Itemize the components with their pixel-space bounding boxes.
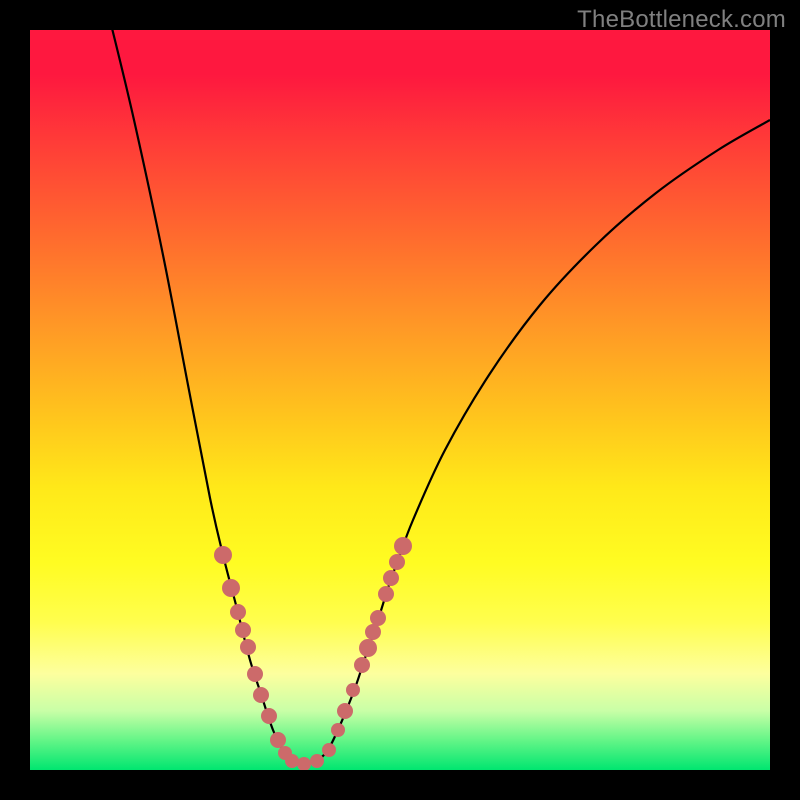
data-marker bbox=[230, 604, 246, 620]
data-marker bbox=[331, 723, 345, 737]
data-marker bbox=[253, 687, 269, 703]
data-marker bbox=[247, 666, 263, 682]
data-marker bbox=[222, 579, 240, 597]
data-marker bbox=[322, 743, 336, 757]
bottleneck-curve bbox=[110, 30, 770, 763]
data-marker bbox=[346, 683, 360, 697]
data-marker bbox=[240, 639, 256, 655]
data-marker bbox=[383, 570, 399, 586]
data-marker bbox=[261, 708, 277, 724]
data-marker bbox=[337, 703, 353, 719]
data-marker bbox=[214, 546, 232, 564]
plot-area bbox=[30, 30, 770, 770]
data-marker bbox=[354, 657, 370, 673]
data-marker bbox=[285, 754, 299, 768]
curve-layer bbox=[30, 30, 770, 770]
data-marker bbox=[270, 732, 286, 748]
data-marker bbox=[370, 610, 386, 626]
data-marker bbox=[235, 622, 251, 638]
data-marker bbox=[378, 586, 394, 602]
data-marker bbox=[310, 754, 324, 768]
chart-frame: TheBottleneck.com bbox=[0, 0, 800, 800]
data-marker bbox=[365, 624, 381, 640]
data-marker bbox=[394, 537, 412, 555]
data-marker bbox=[389, 554, 405, 570]
marker-group bbox=[214, 537, 412, 770]
data-marker bbox=[359, 639, 377, 657]
watermark-text: TheBottleneck.com bbox=[577, 6, 786, 34]
data-marker bbox=[297, 757, 311, 770]
